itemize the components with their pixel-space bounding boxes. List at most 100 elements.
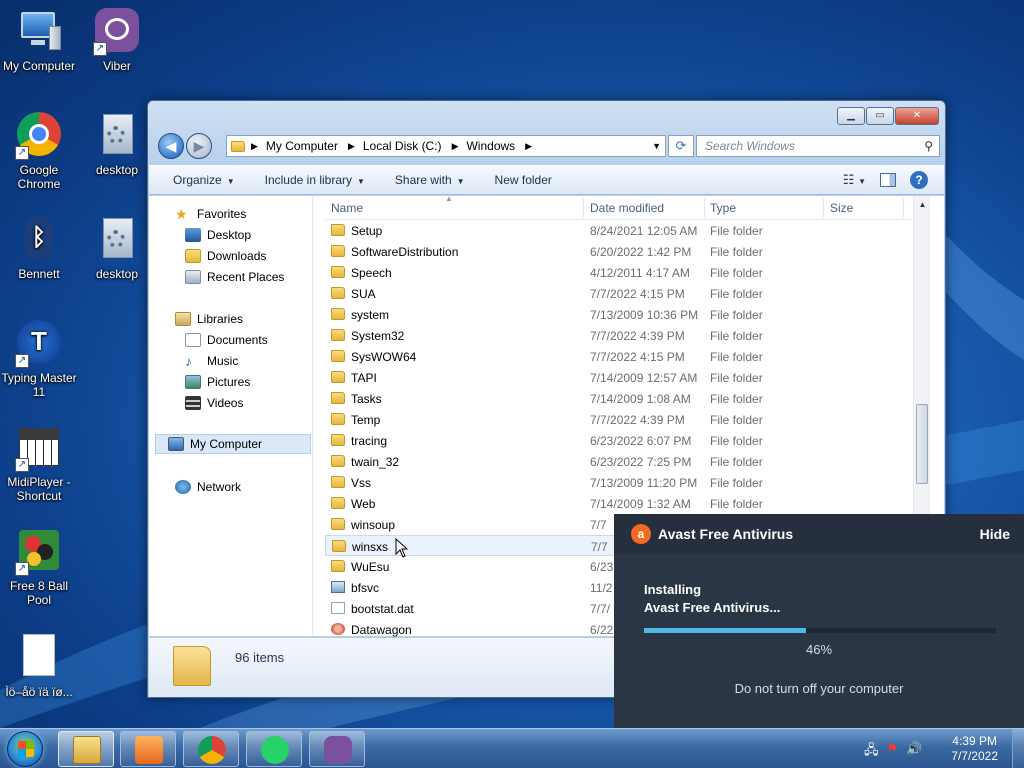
scroll-up-icon[interactable]: ▲ [914, 196, 931, 213]
file-row[interactable]: Temp 7/7/2022 4:39 PM File folder [325, 409, 905, 430]
clock[interactable]: 4:39 PM 7/7/2022 [951, 734, 998, 764]
file-row[interactable]: Vss 7/13/2009 11:20 PM File folder [325, 472, 905, 493]
nav-desktop[interactable]: Desktop [185, 225, 251, 245]
file-date: 7/14/2009 1:32 AM [590, 497, 691, 511]
nav-libraries[interactable]: Libraries [175, 309, 243, 329]
file-date: 7/13/2009 11:20 PM [590, 476, 698, 490]
file-name: bootstat.dat [351, 602, 414, 616]
taskbar-whatsapp[interactable] [246, 731, 302, 767]
file-row[interactable]: SUA 7/7/2022 4:15 PM File folder [325, 283, 905, 304]
show-desktop-button[interactable] [1012, 729, 1024, 768]
chevron-down-icon: ▼ [357, 177, 365, 186]
close-button[interactable]: ✕ [895, 107, 939, 125]
desktop-icon-desktop-1[interactable]: desktop [78, 112, 156, 177]
file-name: WuEsu [351, 560, 390, 574]
desktop-icon-chrome[interactable]: ↗ Google Chrome [0, 112, 78, 191]
nav-network[interactable]: Network [175, 477, 241, 497]
windows-logo-icon [18, 741, 34, 757]
volume-icon[interactable]: 🔊 [906, 741, 922, 763]
preview-pane-icon[interactable] [880, 173, 896, 187]
nav-videos[interactable]: Videos [185, 393, 243, 413]
start-button[interactable] [7, 731, 43, 767]
column-size[interactable]: Size [830, 201, 853, 215]
chevron-right-icon: ▶ [525, 140, 533, 151]
file-date: 7/13/2009 10:36 PM [590, 308, 699, 322]
breadcrumb-local-disk[interactable]: Local Disk (C:) [363, 139, 442, 153]
file-row[interactable]: SysWOW64 7/7/2022 4:15 PM File folder [325, 346, 905, 367]
nav-my-computer[interactable]: My Computer [155, 434, 311, 454]
nav-music[interactable]: ♪ Music [185, 351, 238, 371]
taskbar-chrome[interactable] [183, 731, 239, 767]
column-type[interactable]: Type [710, 201, 736, 215]
file-row[interactable]: Tasks 7/14/2009 1:08 AM File folder [325, 388, 905, 409]
shortcut-arrow-icon: ↗ [15, 354, 29, 368]
file-row[interactable]: Setup 8/24/2021 12:05 AM File folder [325, 220, 905, 241]
file-date: 7/14/2009 1:08 AM [590, 392, 691, 406]
include-in-library-menu[interactable]: Include in library ▼ [265, 173, 365, 187]
scroll-thumb[interactable] [916, 404, 928, 484]
videos-icon [185, 396, 201, 410]
desktop-icon-midiplayer[interactable]: ↗ MidiPlayer - Shortcut [0, 424, 78, 503]
nav-label: Network [197, 480, 242, 494]
change-view-icon[interactable]: ☷ ▼ [843, 172, 866, 188]
breadcrumb-windows[interactable]: Windows [466, 139, 515, 153]
file-name: winsoup [351, 518, 396, 532]
search-input[interactable]: Search Windows ⚲ [696, 135, 940, 157]
maximize-button[interactable]: ▭ [866, 107, 894, 125]
hide-button[interactable]: Hide [980, 526, 1010, 542]
nav-documents[interactable]: Documents [185, 330, 268, 350]
file-row[interactable]: SoftwareDistribution 6/20/2022 1:42 PM Fil… [325, 241, 905, 262]
file-date: 6/20/2022 1:42 PM [590, 245, 692, 259]
minimize-button[interactable]: ▁ [837, 107, 865, 125]
refresh-button[interactable]: ⟳ [668, 135, 694, 157]
file-row[interactable]: System32 7/7/2022 4:39 PM File folder [325, 325, 905, 346]
file-row[interactable]: Speech 4/12/2011 4:17 AM File folder [325, 262, 905, 283]
desktop-icon-typing-master[interactable]: T ↗ Typing Master 11 [0, 320, 78, 399]
folder-icon [331, 455, 345, 467]
desktop-icon-my-computer[interactable]: My Computer [0, 8, 78, 73]
address-bar[interactable]: ▶ My Computer ▶ Local Disk (C:) ▶ Window… [226, 135, 666, 157]
file-row[interactable]: system 7/13/2009 10:36 PM File folder [325, 304, 905, 325]
nav-downloads[interactable]: Downloads [185, 246, 266, 266]
libraries-icon [175, 312, 191, 326]
file-date: 7/7/ [590, 602, 611, 616]
file-row[interactable]: twain_32 6/23/2022 7:25 PM File folder [325, 451, 905, 472]
nav-pictures[interactable]: Pictures [185, 372, 250, 392]
action-center-icon[interactable]: ⚑ [887, 741, 899, 763]
taskbar-media-player[interactable] [120, 731, 176, 767]
organize-menu[interactable]: Organize ▼ [173, 173, 235, 187]
chevron-right-icon: ▶ [347, 140, 355, 151]
network-icon[interactable]: 🖧 [864, 741, 879, 763]
file-icon [331, 602, 345, 614]
column-date-modified[interactable]: Date modified [590, 201, 664, 215]
new-folder-button[interactable]: New folder [495, 173, 552, 187]
column-name[interactable]: Name [331, 201, 363, 215]
nav-recent-places[interactable]: Recent Places [185, 267, 284, 287]
forward-button[interactable]: ▶ [186, 133, 212, 159]
taskbar-viber[interactable] [309, 731, 365, 767]
desktop-icon-8ball-pool[interactable]: ↗ Free 8 Ball Pool [0, 528, 78, 607]
sort-ascending-icon: ▲ [445, 194, 453, 203]
file-row[interactable]: Web 7/14/2009 1:32 AM File folder [325, 493, 905, 514]
media-player-icon [135, 736, 163, 764]
desktop-icon-bennett[interactable]: ᛒ Bennett [0, 216, 78, 281]
desktop-icon-unknown-file[interactable]: Ìö–åö ïä ïø... [0, 634, 78, 699]
folder-icon [331, 350, 345, 362]
share-with-menu[interactable]: Share with ▼ [395, 173, 465, 187]
back-button[interactable]: ◀ [158, 133, 184, 159]
desktop-icon-desktop-2[interactable]: desktop [78, 216, 156, 281]
include-in-library-label: Include in library [264, 173, 352, 187]
computer-icon [168, 437, 184, 451]
file-row[interactable]: TAPI 7/14/2009 12:57 AM File folder [325, 367, 905, 388]
file-row[interactable]: tracing 6/23/2022 6:07 PM File folder [325, 430, 905, 451]
bluetooth-icon: ᛒ [15, 216, 63, 264]
chevron-down-icon[interactable]: ▼ [652, 141, 661, 151]
nav-favorites[interactable]: ★ Favorites [175, 204, 246, 224]
taskbar-explorer[interactable] [58, 731, 114, 767]
desktop-icon-viber[interactable]: ↗ Viber [78, 8, 156, 73]
help-icon[interactable]: ? [910, 171, 928, 189]
folder-icon [331, 476, 345, 488]
breadcrumb-my-computer[interactable]: My Computer [266, 139, 338, 153]
file-type: File folder [710, 413, 763, 427]
file-date: 7/7/2022 4:15 PM [590, 287, 685, 301]
